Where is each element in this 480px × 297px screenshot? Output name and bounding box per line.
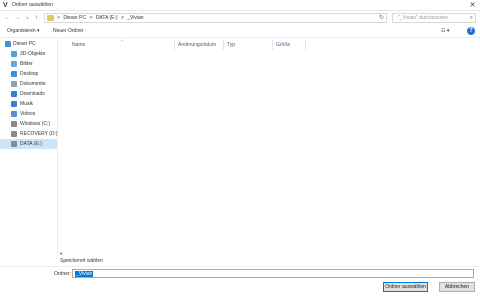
help-icon[interactable]: ?	[467, 27, 475, 35]
status-text: Speicherort wählen	[60, 258, 103, 264]
sidebar-item-label: Bilder	[20, 61, 33, 67]
sidebar-item-this-pc[interactable]: Dieser PC	[0, 39, 57, 49]
recent-locations-chevron-icon[interactable]: ∨	[24, 14, 31, 22]
folder-icon	[47, 15, 54, 21]
back-arrow-icon[interactable]: ←	[4, 14, 11, 22]
folder-name-input[interactable]: _Vivian	[72, 269, 474, 278]
address-bar-row: ← → ∨ ↑ > Dieser PC > DATA (E:) > _Vivia…	[0, 11, 480, 25]
sidebar-item-desktop[interactable]: Desktop	[0, 69, 57, 79]
desktop-icon	[11, 71, 17, 77]
new-folder-button[interactable]: Neuer Ordner	[53, 28, 84, 35]
organize-button[interactable]: Organisieren ▾	[7, 28, 40, 35]
breadcrumb-item-data-drive[interactable]: DATA (E:)	[96, 15, 118, 21]
sidebar-item-label: Videos	[20, 111, 36, 117]
sidebar-item-documents[interactable]: Dokumente	[0, 79, 57, 89]
column-header-size[interactable]: Größe	[272, 40, 306, 50]
navigation-pane: Dieser PC 3D-Objekte Bilder Desktop Doku…	[0, 38, 58, 256]
folder-name-value: _Vivian	[75, 271, 94, 277]
drive-icon	[11, 121, 17, 127]
address-field[interactable]: > Dieser PC > DATA (E:) > _Vivian ↻	[44, 13, 387, 23]
sidebar-item-recovery-drive[interactable]: RECOVERY (D:)	[0, 129, 58, 139]
sidebar-item-label: Windows (C:)	[20, 121, 51, 127]
sidebar-item-label: Dieser PC	[13, 41, 36, 47]
folder-name-row: Ordner: _Vivian	[0, 268, 480, 280]
breadcrumb-separator: >	[89, 15, 93, 21]
sidebar-item-windows-drive[interactable]: Windows (C:)	[0, 119, 57, 129]
breadcrumb-separator: >	[120, 15, 124, 21]
sidebar-item-label: Downloads	[20, 91, 45, 97]
view-options-button[interactable]: ☷ ▾	[441, 27, 449, 35]
sidebar-item-label: Musik	[20, 101, 34, 107]
music-icon	[11, 101, 17, 107]
folder-field-label: Ordner:	[54, 271, 71, 277]
column-header-name[interactable]: Name	[69, 40, 178, 50]
pictures-icon	[11, 61, 17, 67]
app-logo-icon: V	[3, 2, 8, 9]
sidebar-item-data-drive[interactable]: DATA (E:)	[0, 139, 57, 149]
column-header-modified[interactable]: Änderungsdatum	[174, 40, 224, 50]
sidebar-item-label: 3D-Objekte	[20, 51, 46, 57]
computer-icon	[5, 41, 11, 47]
sidebar-item-music[interactable]: Musik	[0, 99, 57, 109]
close-button[interactable]: ✕	[468, 1, 477, 10]
download-icon	[11, 91, 17, 97]
sidebar-item-downloads[interactable]: Downloads	[0, 89, 57, 99]
cancel-button[interactable]: Abbrechen	[439, 282, 475, 292]
divider	[0, 266, 480, 267]
select-folder-button[interactable]: Ordner auswählen	[383, 282, 428, 292]
sidebar-item-3d-objects[interactable]: 3D-Objekte	[0, 49, 57, 59]
breadcrumb-separator: >	[57, 15, 60, 21]
sidebar-item-label: Dokumente	[20, 81, 46, 87]
video-icon	[11, 111, 17, 117]
sidebar-item-videos[interactable]: Videos	[0, 109, 57, 119]
breadcrumb-item-this-pc[interactable]: Dieser PC	[63, 15, 86, 21]
breadcrumb-item-vivian[interactable]: _Vivian	[127, 15, 143, 21]
search-input[interactable]: "_Vivian" durchsuchen ⌕	[392, 13, 476, 23]
column-header-type[interactable]: Typ	[223, 40, 273, 50]
window-title: Ordner auswählen	[12, 2, 53, 8]
sidebar-item-pictures[interactable]: Bilder	[0, 59, 57, 69]
forward-arrow-icon[interactable]: →	[14, 14, 21, 22]
sidebar-item-label: DATA (E:)	[20, 141, 42, 147]
sidebar-item-label: RECOVERY (D:)	[20, 131, 58, 137]
title-bar: V Ordner auswählen ✕	[0, 0, 480, 11]
breadcrumb: > Dieser PC > DATA (E:) > _Vivian	[57, 15, 146, 22]
up-arrow-icon[interactable]: ↑	[33, 14, 40, 22]
drive-icon	[11, 131, 17, 137]
drive-icon	[11, 141, 17, 147]
file-list[interactable]: ^ Name Änderungsdatum Typ Größe	[59, 38, 473, 256]
search-icon[interactable]: ⌕	[470, 14, 473, 22]
cube-icon	[11, 51, 17, 57]
search-placeholder: "_Vivian" durchsuchen	[398, 15, 448, 21]
refresh-icon[interactable]: ↻	[379, 14, 384, 22]
sidebar-item-label: Desktop	[20, 71, 39, 77]
command-bar: Organisieren ▾ Neuer Ordner ☷ ▾ ?	[0, 25, 480, 38]
documents-icon	[11, 81, 17, 87]
